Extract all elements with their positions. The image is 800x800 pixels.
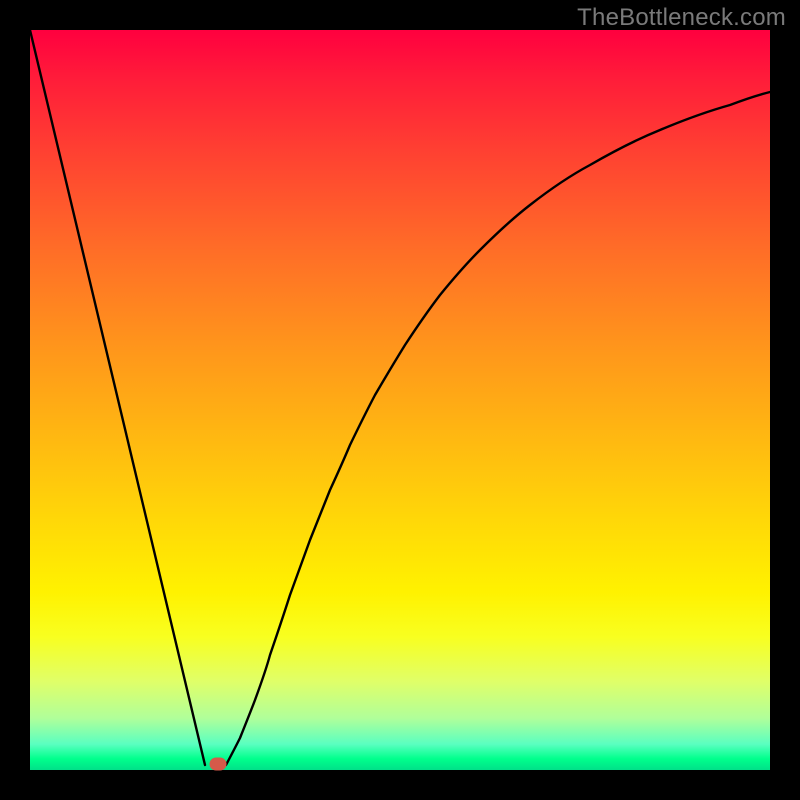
optimal-point-marker <box>210 758 227 771</box>
curve-left-descent <box>30 30 205 765</box>
chart-stage: TheBottleneck.com <box>0 0 800 800</box>
bottleneck-curve <box>30 30 770 770</box>
watermark-label: TheBottleneck.com <box>577 4 786 32</box>
plot-gradient-area <box>30 30 770 770</box>
curve-right-ascent <box>226 92 770 765</box>
